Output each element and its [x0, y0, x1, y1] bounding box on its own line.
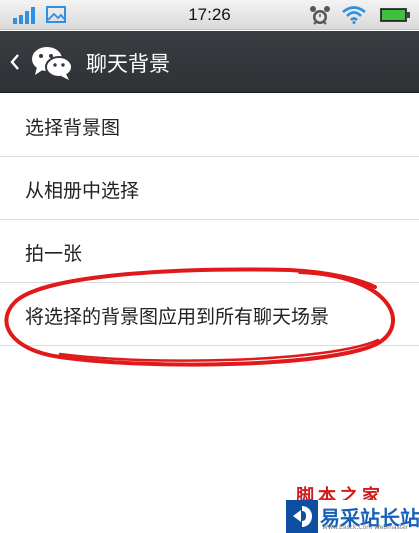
battery-icon: [380, 8, 410, 22]
watermark-text: 脚本之家: [296, 486, 384, 500]
menu-list: 选择背景图 从相册中选择 拍一张 将选择的背景图应用到所有聊天场景: [0, 94, 419, 346]
menu-item-choose-background[interactable]: 选择背景图: [0, 94, 419, 157]
chevron-left-icon: [10, 54, 19, 70]
watermark-logo: 易采站长站 Www.Easck.Com Webmaster: [286, 500, 419, 533]
status-bar: 17:26: [0, 0, 419, 30]
wifi-icon: [342, 6, 366, 24]
menu-item-label: 拍一张: [25, 243, 83, 265]
wechat-chat-background-screen: 17:26 聊天背景 选择背景图 从相册中选择 拍一张 将选择的背景图应用到所有…: [0, 0, 419, 533]
menu-item-choose-from-album[interactable]: 从相册中选择: [0, 157, 419, 220]
menu-item-label: 将选择的背景图应用到所有聊天场景: [25, 306, 330, 328]
menu-item-apply-to-all-chats[interactable]: 将选择的背景图应用到所有聊天场景: [0, 283, 419, 346]
menu-item-take-photo[interactable]: 拍一张: [0, 220, 419, 283]
page-title: 聊天背景: [86, 52, 170, 76]
alarm-icon: [310, 6, 330, 25]
wechat-icon: [32, 47, 73, 80]
menu-item-label: 选择背景图: [25, 117, 121, 139]
title-bar: 聊天背景: [0, 31, 419, 93]
back-button[interactable]: [0, 31, 80, 93]
watermark-logo-url: Www.Easck.Com Webmaster: [322, 524, 409, 531]
menu-item-label: 从相册中选择: [25, 180, 140, 202]
easck-logo-icon: [286, 500, 318, 533]
